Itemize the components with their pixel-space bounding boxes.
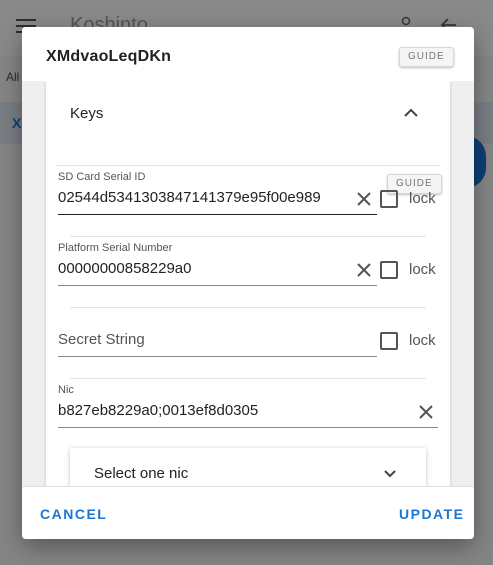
clear-icon[interactable] xyxy=(356,191,372,207)
sd-card-lock-label: lock xyxy=(409,190,436,207)
secret-string-lock-label: lock xyxy=(409,332,436,349)
divider xyxy=(70,378,426,379)
dialog-footer: CANCEL UPDATE xyxy=(22,486,474,539)
cancel-button[interactable]: CANCEL xyxy=(40,506,107,522)
dialog-title: XMdvaoLeqDKn xyxy=(46,48,172,65)
update-button[interactable]: UPDATE xyxy=(399,506,465,522)
nic-underline xyxy=(58,427,438,428)
nic-select-placeholder: Select one nic xyxy=(94,465,189,482)
keys-card-title: Keys xyxy=(70,105,104,122)
platform-serial-label: Platform Serial Number xyxy=(58,242,173,254)
platform-serial-lock-checkbox[interactable] xyxy=(380,261,398,279)
sd-card-input[interactable]: 02544d5341303847141379e95f00e989 xyxy=(58,189,321,206)
sd-card-underline xyxy=(58,214,377,215)
edit-dialog: XMdvaoLeqDKn GUIDE Keys GUIDE SD Card Se… xyxy=(22,27,474,539)
sd-card-lock-checkbox[interactable] xyxy=(380,190,398,208)
clear-icon[interactable] xyxy=(418,404,434,420)
dialog-content[interactable]: Keys GUIDE SD Card Serial ID 02544d53413… xyxy=(22,81,474,486)
nic-input[interactable]: b827eb8229a0;0013ef8d0305 xyxy=(58,402,258,419)
nic-select[interactable]: Select one nic xyxy=(70,448,426,486)
divider xyxy=(70,307,426,308)
divider xyxy=(70,236,426,237)
secret-string-input[interactable]: Secret String xyxy=(58,331,145,348)
chevron-up-icon[interactable] xyxy=(403,105,419,121)
sd-card-label: SD Card Serial ID xyxy=(58,171,146,183)
secret-string-lock-checkbox[interactable] xyxy=(380,332,398,350)
nic-label: Nic xyxy=(58,384,74,396)
platform-serial-lock-label: lock xyxy=(409,261,436,278)
platform-serial-underline xyxy=(58,285,377,286)
chevron-down-icon xyxy=(384,470,396,478)
keys-card: Keys GUIDE SD Card Serial ID 02544d53413… xyxy=(46,81,450,486)
platform-serial-input[interactable]: 00000000858229a0 xyxy=(58,260,191,277)
clear-icon[interactable] xyxy=(356,262,372,278)
guide-button[interactable]: GUIDE xyxy=(399,47,454,67)
divider xyxy=(56,165,440,166)
secret-string-underline xyxy=(58,356,377,357)
dialog-header: XMdvaoLeqDKn GUIDE xyxy=(22,27,474,81)
keys-card-header[interactable]: Keys xyxy=(46,81,450,143)
